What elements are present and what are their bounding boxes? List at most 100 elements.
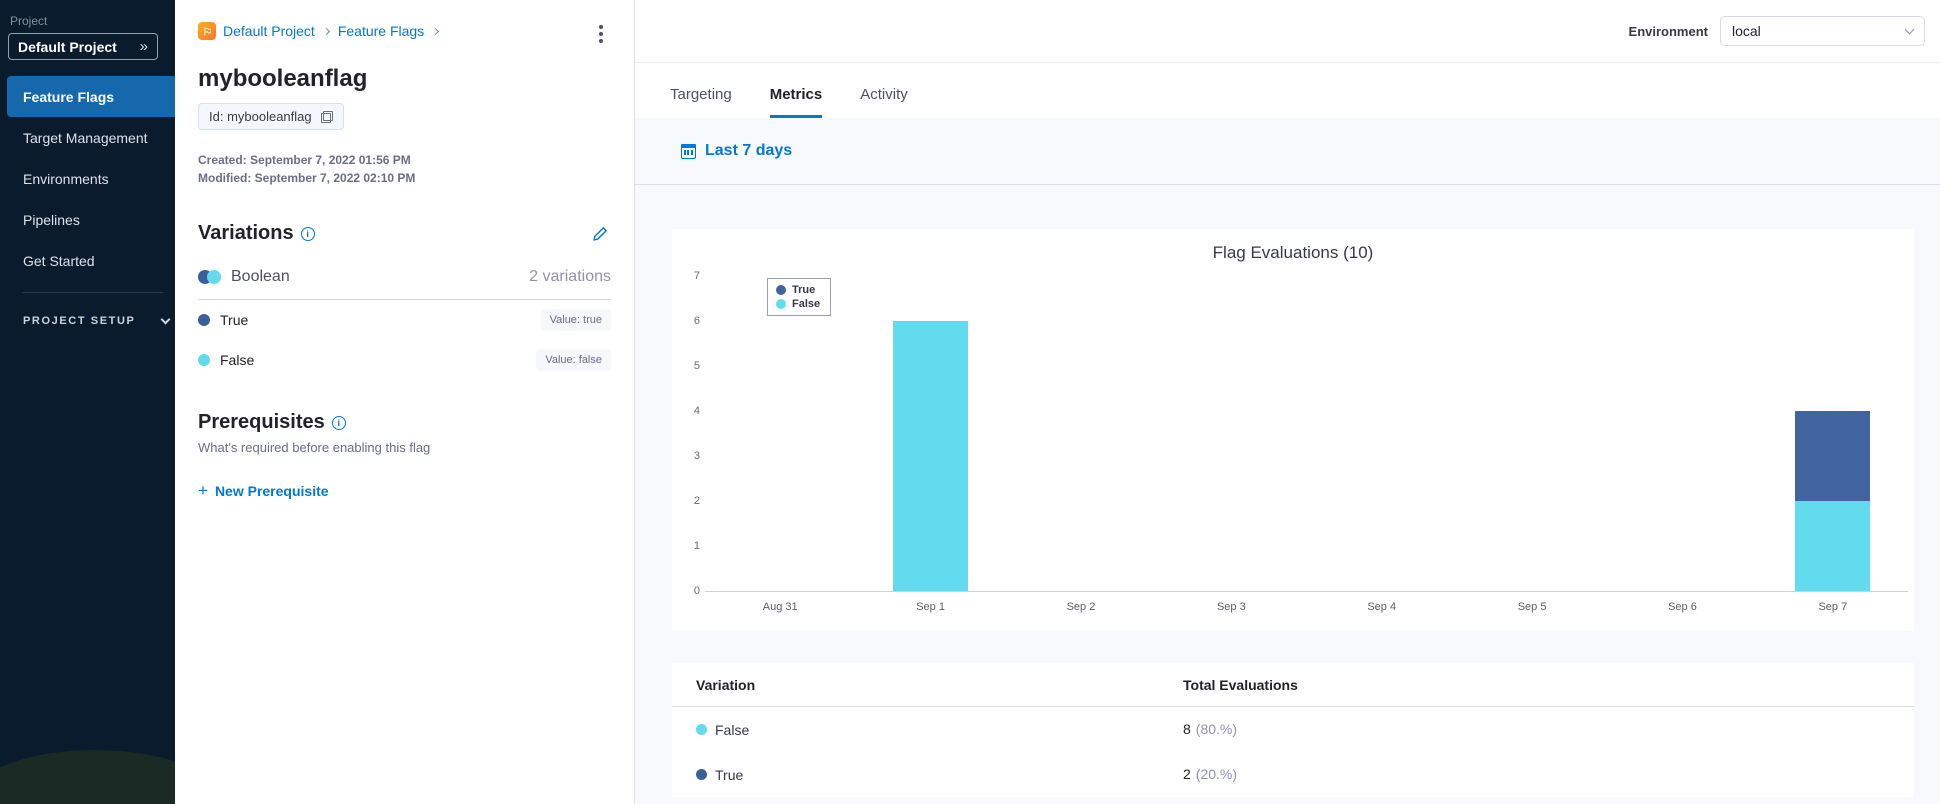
prerequisites-header: Prerequisites i xyxy=(198,411,611,434)
metrics-scroll-area[interactable]: Flag Evaluations (10) True False 0 1 2 3 4 5 6… xyxy=(635,185,1940,804)
project-selector[interactable]: Default Project » xyxy=(8,33,158,60)
row-percent: (80.%) xyxy=(1195,720,1238,737)
breadcrumb-link-feature-flags[interactable]: Feature Flags xyxy=(338,23,424,39)
environment-label: Environment xyxy=(1628,23,1708,39)
x-axis-label: Sep 1 xyxy=(916,601,945,613)
y-axis-tick: 0 xyxy=(693,585,700,597)
date-range-button[interactable]: Last 7 days xyxy=(705,142,792,160)
new-prerequisite-label: New Prerequisite xyxy=(214,482,329,499)
variation-false-dot xyxy=(198,354,210,366)
breadcrumb: Default Project Feature Flags xyxy=(198,22,611,40)
legend-true-label: True xyxy=(792,284,816,296)
y-axis-tick: 6 xyxy=(693,315,700,327)
tab-activity[interactable]: Activity xyxy=(860,86,908,118)
row-count: 2 xyxy=(1183,765,1191,782)
variation-count: 2 variations xyxy=(529,268,611,285)
flag-detail-panel: Default Project Feature Flags mybooleanf… xyxy=(175,0,635,804)
variation-row-false: False Value: false xyxy=(198,340,611,380)
y-axis-tick: 7 xyxy=(693,270,700,282)
table-cell-evaluations: 2 (20.%) xyxy=(1183,766,1890,784)
flag-created: Created: September 7, 2022 01:56 PM xyxy=(198,153,411,167)
row-name: True xyxy=(715,766,744,783)
flag-modified: Modified: September 7, 2022 02:10 PM xyxy=(198,171,416,185)
flag-title: mybooleanflag xyxy=(198,65,368,92)
x-axis-label: Sep 3 xyxy=(1216,601,1246,613)
legend-true-dot xyxy=(776,285,786,295)
edit-variations-button[interactable] xyxy=(590,223,611,244)
variations-header: Variations i xyxy=(198,222,611,245)
chart-title: Flag Evaluations (10) xyxy=(1212,243,1374,262)
row-true-dot xyxy=(696,769,707,780)
feature-flags-logo-icon xyxy=(198,22,216,40)
copy-icon[interactable] xyxy=(320,110,333,123)
variation-type-label: Boolean xyxy=(231,268,290,285)
legend-item-true: True xyxy=(776,284,820,296)
sidebar-item-target-management[interactable]: Target Management xyxy=(0,117,175,158)
variation-type-row: Boolean 2 variations xyxy=(198,268,611,286)
table-row: False 8 (80.%) xyxy=(672,707,1914,752)
bar-false-Sep 7 xyxy=(1795,501,1871,591)
table-cell-variation: False xyxy=(696,722,1183,738)
table-row: True 2 (20.%) xyxy=(672,752,1914,797)
flag-tabs: Targeting Metrics Activity xyxy=(635,63,1940,118)
app-window: Project Default Project » Feature Flags … xyxy=(0,0,1940,804)
boolean-type-icon xyxy=(198,270,222,284)
variations-heading: Variations xyxy=(198,222,294,244)
prerequisites-heading: Prerequisites xyxy=(198,411,325,433)
y-axis-tick: 5 xyxy=(693,360,700,372)
project-label: Project xyxy=(10,14,48,28)
variation-name: True xyxy=(220,312,249,328)
variation-value-badge: Value: false xyxy=(536,349,611,371)
environment-value: local xyxy=(1732,23,1761,39)
chevron-down-icon xyxy=(160,314,170,325)
legend-false-dot xyxy=(776,299,786,309)
prerequisites-description: What's required before enabling this fla… xyxy=(198,440,431,455)
x-axis-label: Sep 5 xyxy=(1517,601,1547,613)
sidebar-item-get-started[interactable]: Get Started xyxy=(0,240,175,281)
sidebar-item-pipelines[interactable]: Pipelines xyxy=(0,199,175,240)
column-total-evaluations: Total Evaluations xyxy=(1183,676,1298,693)
flag-id-pill[interactable]: Id: mybooleanflag xyxy=(198,103,344,130)
tab-metrics[interactable]: Metrics xyxy=(769,86,823,118)
sidebar-item-feature-flags[interactable]: Feature Flags xyxy=(7,76,175,117)
new-prerequisite-button[interactable]: + New Prerequisite xyxy=(198,482,329,499)
variation-value-badge: Value: true xyxy=(540,309,611,331)
evaluations-chart: Flag Evaluations (10) True False 0 1 2 3 4 5 6… xyxy=(672,229,1914,631)
row-name: False xyxy=(715,721,750,738)
y-axis-tick: 1 xyxy=(693,540,700,552)
info-icon[interactable]: i xyxy=(300,226,315,241)
sidebar-divider xyxy=(22,292,163,293)
flag-options-menu-button[interactable] xyxy=(596,22,606,46)
x-axis-label: Sep 6 xyxy=(1668,601,1697,613)
x-axis-label: Sep 2 xyxy=(1066,601,1096,613)
sidebar-item-environments[interactable]: Environments xyxy=(0,158,175,199)
chevron-right-icon xyxy=(322,27,330,35)
tab-targeting[interactable]: Targeting xyxy=(670,86,732,118)
sidebar-decoration xyxy=(0,750,175,804)
table-header: Variation Total Evaluations xyxy=(672,663,1914,707)
project-setup-label: PROJECT SETUP xyxy=(23,315,136,327)
date-filter-bar: Last 7 days xyxy=(635,118,1940,185)
row-false-dot xyxy=(696,724,707,735)
flag-meta: Created: September 7, 2022 01:56 PM Modi… xyxy=(198,151,611,187)
evaluations-table: Variation Total Evaluations False 8 (80.%… xyxy=(672,663,1914,797)
y-axis-tick: 4 xyxy=(693,405,700,417)
x-axis-label: Aug 31 xyxy=(762,601,798,613)
x-axis-label: Sep 4 xyxy=(1367,601,1397,613)
environment-topbar: Environment local xyxy=(635,0,1940,63)
y-axis-tick: 3 xyxy=(693,450,700,462)
legend-false-label: False xyxy=(792,298,821,310)
table-cell-variation: True xyxy=(696,767,1183,783)
calendar-icon xyxy=(681,143,696,159)
bar-true-Sep 7 xyxy=(1795,411,1871,501)
table-cell-evaluations: 8 (80.%) xyxy=(1183,721,1890,739)
variation-row-true: True Value: true xyxy=(198,300,611,340)
row-percent: (20.%) xyxy=(1195,765,1238,782)
environment-select[interactable]: local xyxy=(1720,16,1925,46)
info-icon[interactable]: i xyxy=(331,415,346,430)
sidebar: Project Default Project » Feature Flags … xyxy=(0,0,175,804)
project-setup-toggle[interactable]: PROJECT SETUP xyxy=(23,314,175,327)
variation-name: False xyxy=(220,352,255,368)
breadcrumb-link-project[interactable]: Default Project xyxy=(223,23,315,39)
chevron-right-icon xyxy=(432,27,440,35)
